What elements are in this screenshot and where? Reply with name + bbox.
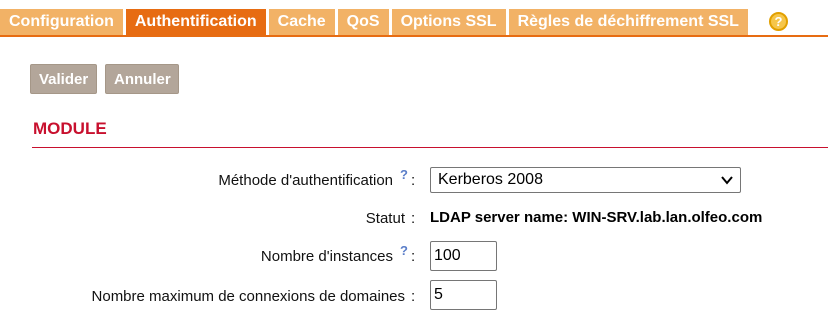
max-connections-input[interactable]: 5 [430,280,497,310]
section-title: MODULE [33,119,107,138]
auth-method-colon: : [411,172,416,189]
max-connections-label: Nombre maximum de connexions de domaines [91,288,405,305]
tab-cache[interactable]: Cache [268,9,338,35]
section-divider [32,147,828,148]
tab-ssl-decryption-rules[interactable]: Règles de déchiffrement SSL [508,9,751,35]
tab-underline [0,35,828,37]
help-circle-icon[interactable]: ? [769,12,788,31]
auth-method-select[interactable]: Kerberos 2008 [430,167,741,193]
status-value: LDAP server name: WIN-SRV.lab.lan.olfeo.… [430,209,763,226]
tab-list: Configuration Authentification Cache QoS… [0,9,751,35]
instances-colon: : [411,248,416,265]
tab-configuration[interactable]: Configuration [0,9,126,35]
auth-method-value: Kerberos 2008 [438,171,543,188]
status-colon: : [411,210,416,227]
validate-button[interactable]: Valider [30,64,97,94]
instances-input[interactable]: 100 [430,241,497,271]
question-mark-icon[interactable]: ? [400,167,408,182]
max-connections-colon: : [411,288,416,305]
status-label: Statut [365,210,405,227]
tab-authentification[interactable]: Authentification [125,9,269,35]
tab-bar: Configuration Authentification Cache QoS… [0,0,828,37]
cancel-button[interactable]: Annuler [105,64,179,94]
instances-label: Nombre d'instances [260,248,393,265]
auth-method-label: Méthode d'authentification [218,172,393,189]
tab-qos[interactable]: QoS [337,9,392,35]
tab-options-ssl[interactable]: Options SSL [391,9,509,35]
question-mark-icon[interactable]: ? [400,243,408,258]
chevron-down-icon [721,176,733,185]
